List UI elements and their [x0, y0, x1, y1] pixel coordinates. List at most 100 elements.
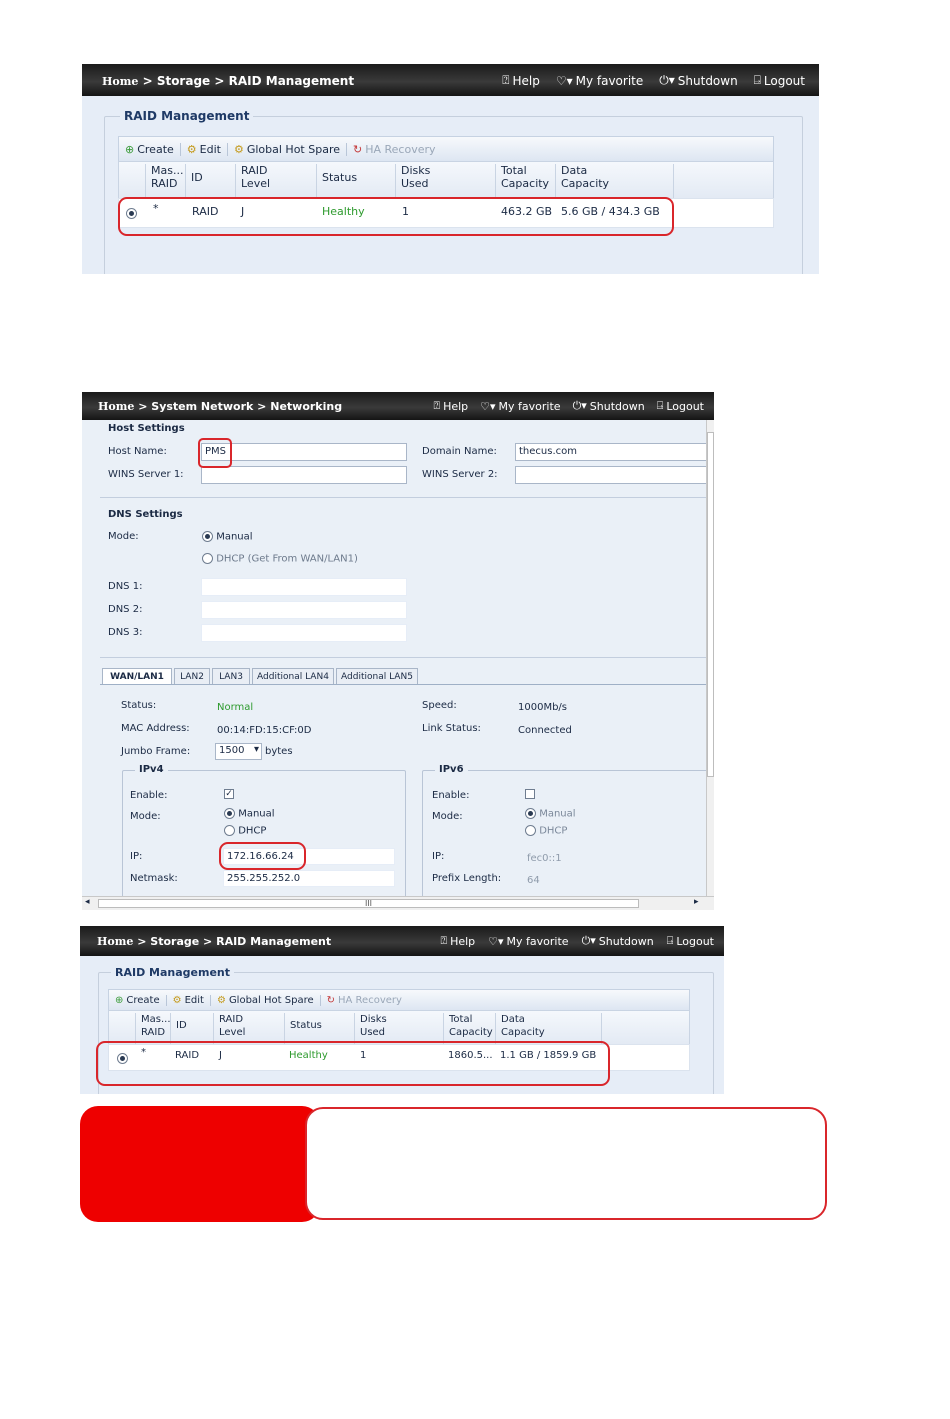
horizontal-scrollbar[interactable]: ◂ III ▸ [82, 896, 714, 910]
breadcrumb-home[interactable]: Home [102, 75, 138, 88]
favorite-button[interactable]: ♡▾ My favorite [488, 934, 568, 948]
create-button[interactable]: ⊕ Create [119, 142, 181, 156]
row-select-radio[interactable] [117, 1053, 128, 1065]
logout-button[interactable]: ⍈ Logout [657, 399, 704, 413]
col-master-raid[interactable]: Mas... RAID [145, 164, 183, 200]
col-status[interactable]: Status [284, 1013, 322, 1046]
recovery-icon: ↻ [353, 142, 363, 156]
radio-unselected[interactable] [525, 825, 536, 836]
col-label: Mas... [151, 164, 184, 177]
ipv6-legend: IPv6 [435, 764, 468, 775]
radio-selected[interactable] [126, 207, 137, 219]
edit-button[interactable]: ⚙ Edit [167, 994, 211, 1006]
dns-mode-manual[interactable]: Manual [202, 531, 253, 543]
breadcrumb-home[interactable]: Home [97, 935, 133, 948]
wins2-input[interactable] [515, 466, 707, 484]
global-hot-spare-button[interactable]: ⚙ Global Hot Spare [211, 994, 321, 1006]
global-hot-spare-button[interactable]: ⚙ Global Hot Spare [228, 142, 347, 156]
shutdown-label: Shutdown [598, 934, 654, 948]
dns1-input[interactable] [201, 578, 407, 596]
col-raid-level[interactable]: RAID Level [213, 1013, 245, 1046]
radio-selected[interactable] [525, 808, 536, 819]
tab-lan3[interactable]: LAN3 [212, 668, 250, 684]
wins1-label: WINS Server 1: [108, 469, 184, 480]
scroll-left-icon[interactable]: ◂ [85, 897, 90, 907]
gear-icon: ⚙ [172, 994, 182, 1006]
breadcrumb-separator: > [137, 935, 147, 948]
speed-label: Speed: [422, 700, 457, 711]
shutdown-button[interactable]: ⏻▾ Shutdown [573, 399, 645, 413]
ipv6-mode-dhcp[interactable]: DHCP [525, 825, 567, 837]
help-button[interactable]: ⍰ Help [433, 399, 468, 413]
breadcrumb-home[interactable]: Home [98, 400, 134, 413]
ipv4-ip-input[interactable]: 172.16.66.24 [223, 848, 395, 865]
raid-screenshot-2: Home > Storage > RAID Management ⍰ Help ♡… [80, 926, 724, 1094]
ipv6-manual-label: Manual [539, 808, 576, 820]
favorite-button[interactable]: ♡▾ My favorite [556, 73, 643, 88]
ipv6-mode-manual[interactable]: Manual [525, 808, 576, 820]
col-disks-used[interactable]: Disks Used [395, 164, 430, 200]
radio-selected[interactable] [117, 1053, 128, 1064]
ipv4-mode-manual[interactable]: Manual [224, 808, 275, 820]
help-button[interactable]: ⍰ Help [440, 934, 475, 948]
tab-wan-lan1[interactable]: WAN/LAN1 [102, 668, 172, 684]
network-content: Host Settings Host Name: PMS Domain Name… [82, 420, 714, 910]
dns3-input[interactable] [201, 624, 407, 642]
radio-unselected[interactable] [224, 825, 235, 836]
edit-button[interactable]: ⚙ Edit [181, 142, 228, 156]
jumbo-label: Jumbo Frame: [121, 746, 191, 757]
radio-unselected[interactable] [202, 553, 213, 564]
tab-lan5[interactable]: Additional LAN5 [336, 668, 418, 684]
col-data-capacity[interactable]: Data Capacity [555, 164, 609, 200]
col-status[interactable]: Status [316, 164, 357, 200]
favorite-button[interactable]: ♡▾ My favorite [480, 399, 560, 413]
breadcrumb-section[interactable]: System Network [151, 400, 253, 413]
jumbo-select[interactable]: 1500 ▾ [215, 743, 262, 760]
breadcrumb-section[interactable]: Storage [150, 935, 199, 948]
ipv4-enable-checkbox[interactable]: ✓ [224, 789, 234, 799]
vertical-scrollbar[interactable] [706, 420, 714, 896]
wins1-input[interactable] [201, 466, 407, 484]
col-master-raid[interactable]: Mas... RAID [135, 1013, 171, 1046]
create-button[interactable]: ⊕ Create [109, 994, 167, 1006]
ha-recovery-button[interactable]: ↻ HA Recovery [321, 995, 408, 1006]
col-total-capacity[interactable]: Total Capacity [443, 1013, 493, 1046]
shutdown-button[interactable]: ⏻▾ Shutdown [582, 934, 654, 948]
radio-selected[interactable] [224, 808, 235, 819]
col-raid-level[interactable]: RAID Level [235, 164, 270, 200]
col-id[interactable]: ID [185, 164, 203, 200]
domain-name-input[interactable]: thecus.com [515, 443, 707, 461]
top-actions: ⍰ Help ♡▾ My favorite ⏻▾ Shutdown ⍈ Logout [433, 399, 704, 413]
col-disks-used[interactable]: Disks Used [354, 1013, 387, 1046]
dns2-input[interactable] [201, 601, 407, 619]
tab-lan4[interactable]: Additional LAN4 [252, 668, 334, 684]
ipv4-mode-dhcp[interactable]: DHCP [224, 825, 266, 837]
scroll-right-icon[interactable]: ▸ [694, 897, 699, 907]
breadcrumb-separator: > [257, 400, 267, 413]
shutdown-button[interactable]: ⏻▾ Shutdown [659, 73, 737, 88]
ipv6-enable-checkbox[interactable] [525, 789, 535, 799]
col-id[interactable]: ID [170, 1013, 187, 1046]
col-data-capacity[interactable]: Data Capacity [495, 1013, 545, 1046]
table-row[interactable]: * RAID J Healthy 1 463.2 GB 5.6 GB / 434… [118, 198, 774, 228]
dns-mode-dhcp[interactable]: DHCP (Get From WAN/LAN1) [202, 553, 358, 565]
col-total-capacity[interactable]: Total Capacity [495, 164, 549, 200]
cell-level: J [219, 1050, 222, 1061]
logout-button[interactable]: ⍈ Logout [667, 934, 714, 948]
host-name-input[interactable]: PMS [201, 443, 407, 461]
table-row[interactable]: * RAID J Healthy 1 1860.5... 1.1 GB / 18… [108, 1044, 690, 1071]
breadcrumb-section[interactable]: Storage [157, 74, 210, 88]
logout-button[interactable]: ⍈ Logout [754, 73, 805, 88]
divider [100, 497, 706, 498]
help-button[interactable]: ⍰ Help [502, 73, 540, 88]
netmask-input[interactable]: 255.255.252.0 [223, 870, 395, 887]
link-status-label: Link Status: [422, 723, 481, 734]
row-select-radio[interactable] [126, 207, 137, 219]
tab-lan2[interactable]: LAN2 [174, 668, 210, 684]
col-label: Capacity [501, 1027, 545, 1038]
cell-level: J [241, 205, 245, 218]
ha-recovery-button[interactable]: ↻ HA Recovery [347, 143, 442, 156]
scroll-thumb[interactable]: III [98, 899, 639, 908]
scroll-thumb[interactable] [707, 432, 714, 777]
radio-selected[interactable] [202, 531, 213, 542]
